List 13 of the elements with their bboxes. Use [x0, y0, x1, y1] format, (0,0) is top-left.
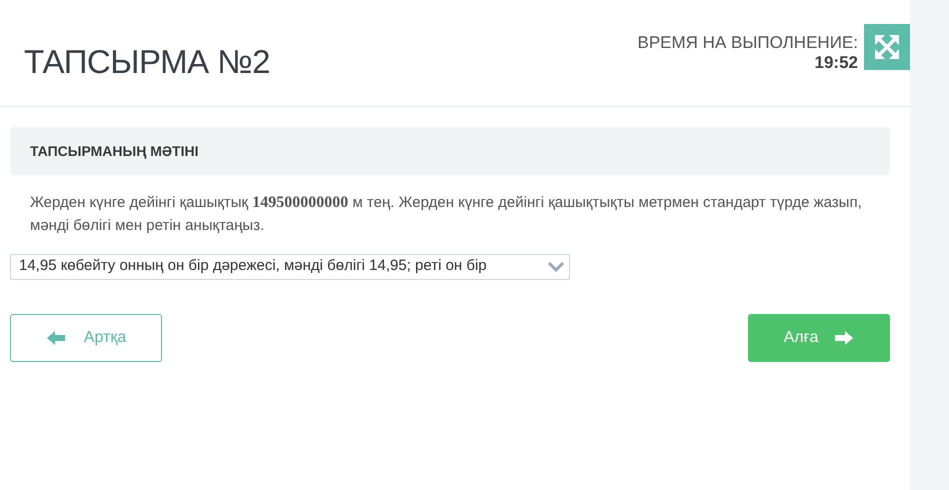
back-button[interactable]: Артқа [10, 314, 162, 362]
next-button[interactable]: Алға [748, 314, 890, 362]
timer-value: 19:52 [814, 53, 858, 74]
fullscreen-button[interactable] [864, 24, 910, 70]
answer-select[interactable]: 14,95 көбейту онның он бір дәрежесі, мәнді бөлігі 14,95; реті он бір [10, 254, 570, 280]
expand-icon [875, 35, 899, 59]
arrow-right-icon [834, 330, 854, 346]
page-title: ТАПСЫРМА №2 [24, 42, 270, 82]
task-text: Жерден күнге дейінгі қашықтық 149500000000 м тең. Жерден күнге дейінгі қашықтықты метрмен стандарт түрде жазып, мәнді бөлігі мен ретін анықтаңыз. [29, 193, 863, 236]
task-heading: ТАПСЫРМАНЫҢ МӘТІНІ [30, 142, 198, 161]
arrow-left-icon [46, 330, 66, 346]
chevron-down-icon [547, 260, 565, 272]
timer-label: ВРЕМЯ НА ВЫПОЛНЕНИЕ: [638, 33, 858, 54]
